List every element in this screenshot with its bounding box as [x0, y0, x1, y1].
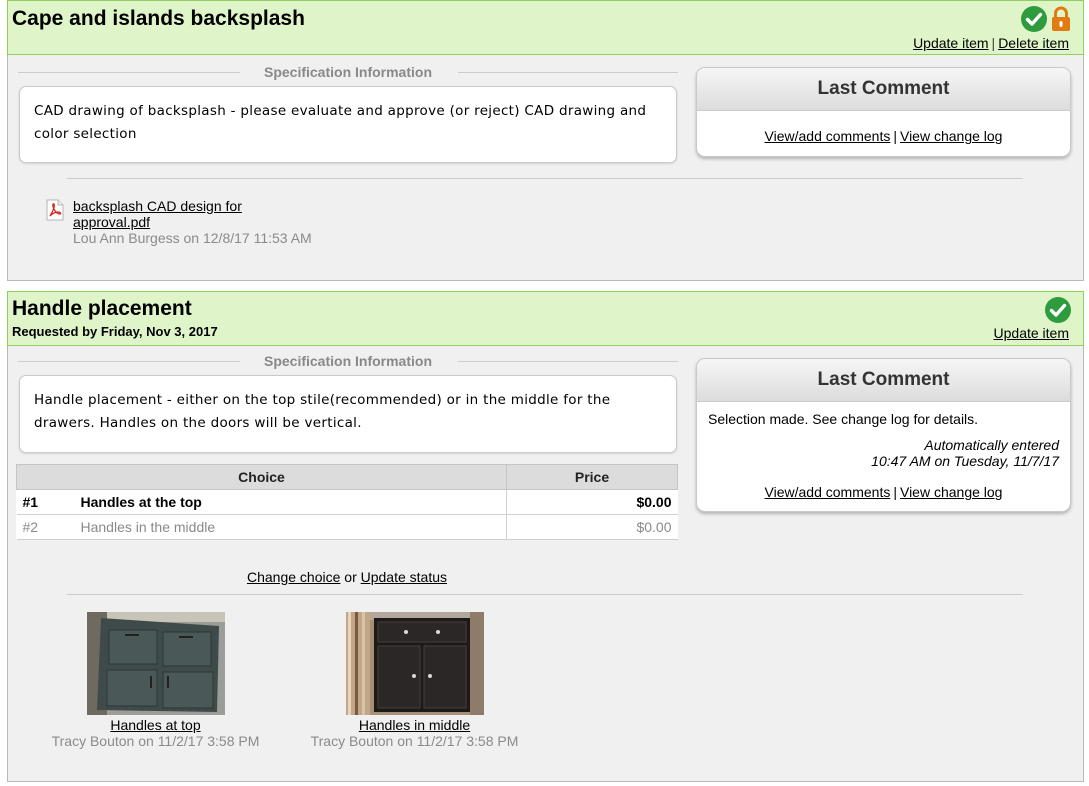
attachment-filename-link[interactable]: backsplash CAD design for approval.pdf [73, 198, 273, 230]
spec-text: Handle placement - either on the top sti… [34, 392, 611, 431]
attachment-pdf[interactable]: backsplash CAD design for approval.pdf L… [45, 198, 312, 246]
image-attachment[interactable]: Handles in middle Tracy Bouton on 11/2/1… [307, 612, 522, 749]
comment-timestamp: 10:47 AM on Tuesday, 11/7/17 [871, 453, 1059, 469]
check-circle-icon [1045, 297, 1071, 328]
item-title: Handle placement [12, 297, 192, 320]
table-row[interactable]: #1 Handles at the top $0.00 [16, 489, 678, 515]
image-meta: Tracy Bouton on 11/2/17 3:58 PM [310, 733, 519, 749]
divider [67, 178, 1023, 179]
spec-text-box: Handle placement - either on the top sti… [19, 375, 677, 453]
last-comment-box: Last Comment Selection made. See change … [696, 358, 1071, 512]
image-attachment[interactable]: Handles at top Tracy Bouton on 11/2/17 3… [48, 612, 263, 749]
attachment-meta: Lou Ann Burgess on 12/8/17 11:53 AM [73, 230, 312, 246]
requested-by-date: Requested by Friday, Nov 3, 2017 [12, 324, 218, 339]
choice-actions: Change choice or Update status [16, 569, 678, 585]
table-row[interactable]: #2 Handles in the middle $0.00 [16, 514, 678, 540]
spec-header-label: Specification Information [263, 64, 432, 80]
item-header-links: Update item [994, 325, 1069, 341]
spec-header-label: Specification Information [263, 353, 432, 369]
image-caption-link[interactable]: Handles at top [48, 717, 263, 733]
view-change-log-link[interactable]: View change log [900, 128, 1002, 144]
choice-name: Handles in the middle [74, 514, 507, 540]
item-header: Handle placement Requested by Friday, No… [7, 291, 1084, 346]
update-status-link[interactable]: Update status [361, 569, 447, 585]
item-panel-backsplash: Cape and islands backsplash Update item |… [7, 0, 1084, 281]
column-header-price: Price [506, 464, 678, 490]
check-circle-icon [1021, 6, 1047, 37]
last-comment-header: Last Comment [697, 359, 1070, 402]
pdf-icon [45, 199, 65, 226]
spec-section-header: Specification Information [18, 64, 678, 80]
update-item-link[interactable]: Update item [913, 35, 988, 51]
column-header-choice: Choice [16, 464, 507, 490]
or-text: or [344, 569, 357, 585]
spec-text: CAD drawing of backsplash - please evalu… [34, 103, 647, 142]
choices-table: Choice Price #1 Handles at the top $0.00… [16, 464, 678, 540]
view-change-log-link[interactable]: View change log [900, 484, 1002, 500]
view-add-comments-link[interactable]: View/add comments [765, 128, 891, 144]
status-icons [1045, 297, 1071, 328]
divider [67, 594, 1023, 595]
handles-top-photo[interactable] [86, 612, 225, 715]
lock-icon [1051, 6, 1071, 37]
choice-price: $0.00 [506, 514, 678, 540]
separator: | [893, 128, 897, 144]
item-title: Cape and islands backsplash [12, 7, 305, 30]
choice-name: Handles at the top [74, 489, 507, 515]
last-comment-box: Last Comment View/add comments | View chan… [696, 67, 1071, 157]
spec-section-header: Specification Information [18, 353, 678, 369]
choice-price: $0.00 [506, 489, 678, 515]
item-header-links: Update item | Delete item [913, 35, 1069, 51]
choice-number: #2 [16, 514, 75, 540]
separator: | [991, 35, 996, 51]
change-choice-link[interactable]: Change choice [247, 569, 340, 585]
handles-middle-photo[interactable] [345, 612, 484, 715]
image-meta: Tracy Bouton on 11/2/17 3:58 PM [51, 733, 260, 749]
comment-links: View/add comments | View change log [697, 128, 1070, 144]
choices-table-header: Choice Price [16, 464, 678, 490]
choice-number: #1 [16, 489, 75, 515]
update-item-link[interactable]: Update item [994, 325, 1069, 341]
last-comment-header: Last Comment [697, 68, 1070, 111]
item-panel-handle-placement: Handle placement Requested by Friday, No… [7, 291, 1084, 782]
item-header: Cape and islands backsplash Update item |… [7, 0, 1084, 55]
status-icons [1021, 6, 1071, 37]
comment-text: Selection made. See change log for detai… [708, 411, 979, 427]
view-add-comments-link[interactable]: View/add comments [765, 484, 891, 500]
comment-auto-entered: Automatically entered [924, 437, 1059, 453]
spec-text-box: CAD drawing of backsplash - please evalu… [19, 86, 677, 163]
comment-links: View/add comments | View change log [697, 484, 1070, 500]
delete-item-link[interactable]: Delete item [998, 35, 1069, 51]
image-caption-link[interactable]: Handles in middle [307, 717, 522, 733]
separator: | [893, 484, 897, 500]
